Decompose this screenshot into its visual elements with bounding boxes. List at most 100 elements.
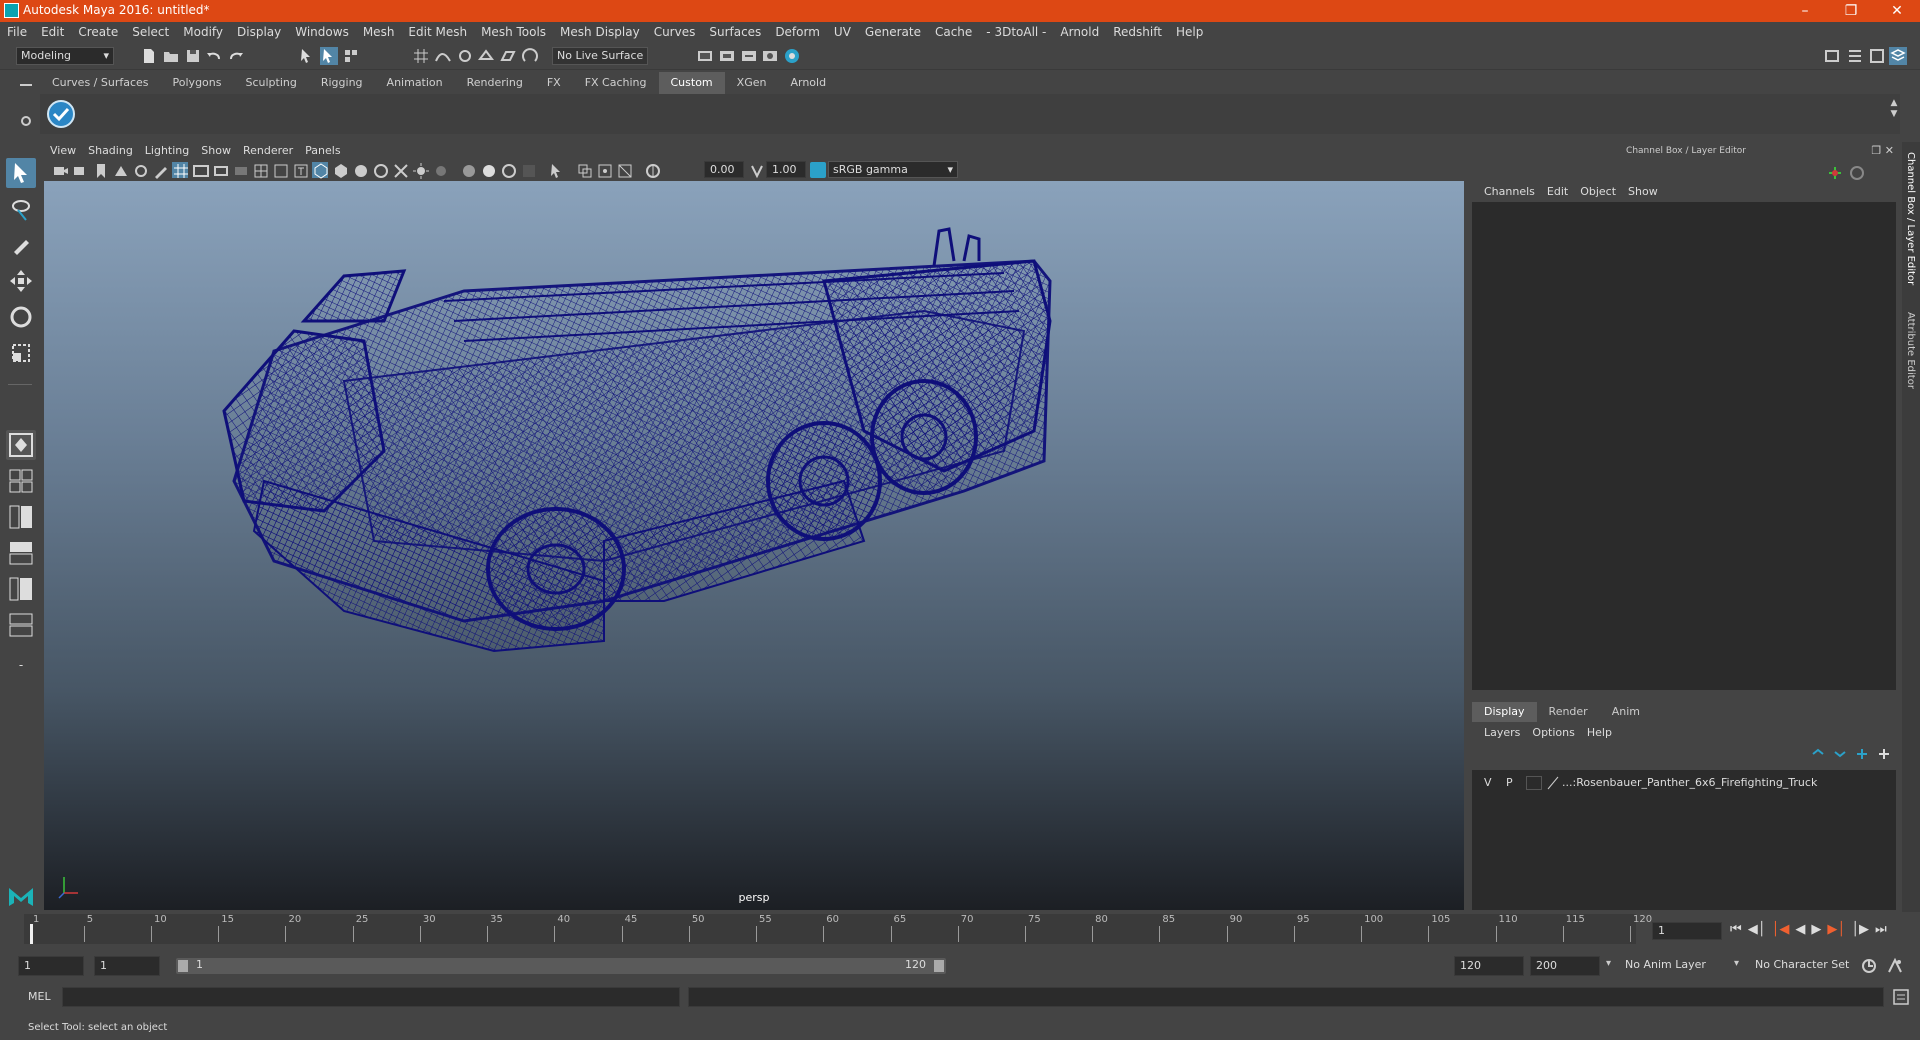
menu-deform[interactable]: Deform bbox=[768, 22, 827, 42]
rotate-tool-button[interactable] bbox=[6, 302, 36, 332]
range-start-handle[interactable] bbox=[178, 960, 188, 972]
scale-tool-button[interactable] bbox=[6, 338, 36, 368]
menu-mesh-tools[interactable]: Mesh Tools bbox=[474, 22, 553, 42]
shelf-tab-arnold[interactable]: Arnold bbox=[778, 72, 838, 94]
motion-blur-icon[interactable] bbox=[480, 162, 496, 178]
grid-toggle-icon[interactable] bbox=[172, 162, 188, 178]
playback-end-field[interactable]: 120 bbox=[1454, 956, 1524, 976]
modeling-toolkit-icon[interactable] bbox=[1824, 47, 1842, 65]
hypershade-icon[interactable] bbox=[761, 47, 779, 65]
select-component-icon[interactable] bbox=[342, 47, 360, 65]
safe-action-icon[interactable] bbox=[272, 162, 288, 178]
wireframe-on-shaded-icon[interactable] bbox=[372, 162, 388, 178]
camera-attributes-icon[interactable] bbox=[72, 162, 88, 178]
tool-settings-icon[interactable] bbox=[1868, 47, 1886, 65]
resolution-gate-icon[interactable] bbox=[212, 162, 228, 178]
menu-edit[interactable]: Edit bbox=[34, 22, 71, 42]
scene-start-field[interactable]: 1 bbox=[18, 956, 84, 976]
render-settings-icon[interactable] bbox=[740, 47, 758, 65]
color-management-icon[interactable] bbox=[810, 162, 826, 178]
channel-show-menu[interactable]: Show bbox=[1622, 185, 1664, 198]
wireframe-shading-icon[interactable] bbox=[312, 162, 328, 179]
menu-3dtoall[interactable]: - 3DtoAll - bbox=[979, 22, 1053, 42]
single-perspective-layout-button[interactable] bbox=[6, 430, 36, 460]
image-plane-icon[interactable] bbox=[112, 162, 128, 178]
save-scene-icon[interactable] bbox=[184, 47, 202, 65]
smooth-shading-icon[interactable] bbox=[332, 162, 348, 178]
current-frame-value[interactable]: 1 bbox=[1652, 922, 1722, 940]
exposure-icon[interactable] bbox=[644, 162, 660, 178]
script-editor-icon[interactable] bbox=[1892, 988, 1910, 1006]
isolate-select-icon[interactable] bbox=[548, 162, 564, 178]
layer-tab-anim[interactable]: Anim bbox=[1600, 702, 1652, 722]
scene-end-field[interactable]: 200 bbox=[1530, 956, 1600, 976]
truck-wireframe-model[interactable] bbox=[44, 181, 1464, 910]
shelf-tab-curves-surfaces[interactable]: Curves / Surfaces bbox=[40, 72, 161, 94]
custom-checkmark-shelf-button[interactable] bbox=[47, 100, 75, 128]
move-tool-button[interactable] bbox=[6, 266, 36, 296]
shelf-tab-polygons[interactable]: Polygons bbox=[161, 72, 234, 94]
character-set-dropdown[interactable]: No Character Set bbox=[1750, 956, 1870, 976]
menu-help[interactable]: Help bbox=[1169, 22, 1210, 42]
speed-icon[interactable] bbox=[1848, 164, 1866, 182]
new-scene-icon[interactable] bbox=[140, 47, 158, 65]
auto-key-icon[interactable] bbox=[1860, 957, 1878, 975]
maximize-button[interactable]: ❐ bbox=[1828, 0, 1874, 22]
shelf-tab-rigging[interactable]: Rigging bbox=[309, 72, 375, 94]
attribute-editor-toggle-icon[interactable] bbox=[1846, 47, 1864, 65]
persp-outliner-layout-button[interactable] bbox=[6, 502, 36, 532]
render-frame-icon[interactable] bbox=[696, 47, 714, 65]
float-panel-icon[interactable]: ❐ bbox=[1871, 144, 1881, 157]
paint-select-tool-button[interactable] bbox=[6, 230, 36, 260]
menu-file[interactable]: File bbox=[0, 22, 34, 42]
four-view-layout-button[interactable] bbox=[6, 466, 36, 496]
textured-icon[interactable] bbox=[392, 162, 408, 178]
xray-icon[interactable] bbox=[576, 162, 592, 178]
new-layer-selected-icon[interactable] bbox=[1876, 746, 1892, 762]
chevron-down-icon[interactable]: ▾ bbox=[1734, 958, 1739, 969]
channel-edit-menu[interactable]: Edit bbox=[1541, 185, 1574, 198]
shelf-tab-fx[interactable]: FX bbox=[535, 72, 573, 94]
step-back-key-icon[interactable]: │◀ bbox=[1772, 922, 1790, 937]
menu-redshift[interactable]: Redshift bbox=[1106, 22, 1169, 42]
viewport-menu-renderer[interactable]: Renderer bbox=[237, 141, 299, 160]
bookmark-icon[interactable] bbox=[92, 162, 108, 178]
persp-render-layout-button[interactable] bbox=[6, 610, 36, 640]
layer-help-menu[interactable]: Help bbox=[1581, 726, 1618, 739]
range-slider[interactable]: 1 120 bbox=[176, 958, 946, 974]
layer-visibility-toggle[interactable]: V bbox=[1484, 776, 1492, 789]
anti-aliasing-icon[interactable] bbox=[500, 162, 516, 178]
channels-menu[interactable]: Channels bbox=[1478, 185, 1541, 198]
gamma-field[interactable]: 1.00 bbox=[766, 161, 806, 178]
new-layer-icon[interactable] bbox=[1854, 746, 1870, 762]
manipulator-icon[interactable] bbox=[1826, 164, 1844, 182]
shadows-icon[interactable] bbox=[432, 162, 448, 178]
xray-components-icon[interactable] bbox=[616, 162, 632, 178]
go-to-end-icon[interactable]: ⏭ bbox=[1875, 922, 1887, 937]
viewport-menu-panels[interactable]: Panels bbox=[299, 141, 346, 160]
step-forward-key-icon[interactable]: ▶│ bbox=[1827, 922, 1845, 937]
safe-title-icon[interactable] bbox=[292, 162, 308, 178]
field-chart-icon[interactable] bbox=[252, 162, 268, 178]
select-camera-icon[interactable] bbox=[52, 162, 68, 178]
gate-mask-icon[interactable] bbox=[232, 162, 248, 178]
xray-joints-icon[interactable] bbox=[596, 162, 612, 178]
minimize-button[interactable]: – bbox=[1782, 0, 1828, 22]
channel-box-panel[interactable] bbox=[1472, 202, 1896, 690]
command-input[interactable] bbox=[62, 987, 680, 1007]
shelf-scroll[interactable]: ▲ ▼ bbox=[1888, 98, 1900, 132]
live-surface-field[interactable]: No Live Surface bbox=[552, 47, 648, 65]
ambient-occlusion-icon[interactable] bbox=[460, 162, 476, 178]
default-material-icon[interactable] bbox=[352, 162, 368, 178]
menu-curves[interactable]: Curves bbox=[647, 22, 703, 42]
anim-layer-dropdown[interactable]: No Anim Layer bbox=[1620, 956, 1740, 976]
side-tab-attribute-editor[interactable]: Attribute Editor bbox=[1905, 312, 1916, 389]
snap-grid-icon[interactable] bbox=[412, 47, 430, 65]
viewport-menu-show[interactable]: Show bbox=[195, 141, 237, 160]
menu-generate[interactable]: Generate bbox=[858, 22, 928, 42]
layer-color-swatch[interactable] bbox=[1546, 776, 1560, 790]
channel-box-toggle-icon[interactable] bbox=[1889, 47, 1908, 65]
layer-display-type-toggle[interactable] bbox=[1526, 776, 1542, 790]
menu-surfaces[interactable]: Surfaces bbox=[702, 22, 768, 42]
select-hierarchy-icon[interactable] bbox=[298, 47, 316, 65]
